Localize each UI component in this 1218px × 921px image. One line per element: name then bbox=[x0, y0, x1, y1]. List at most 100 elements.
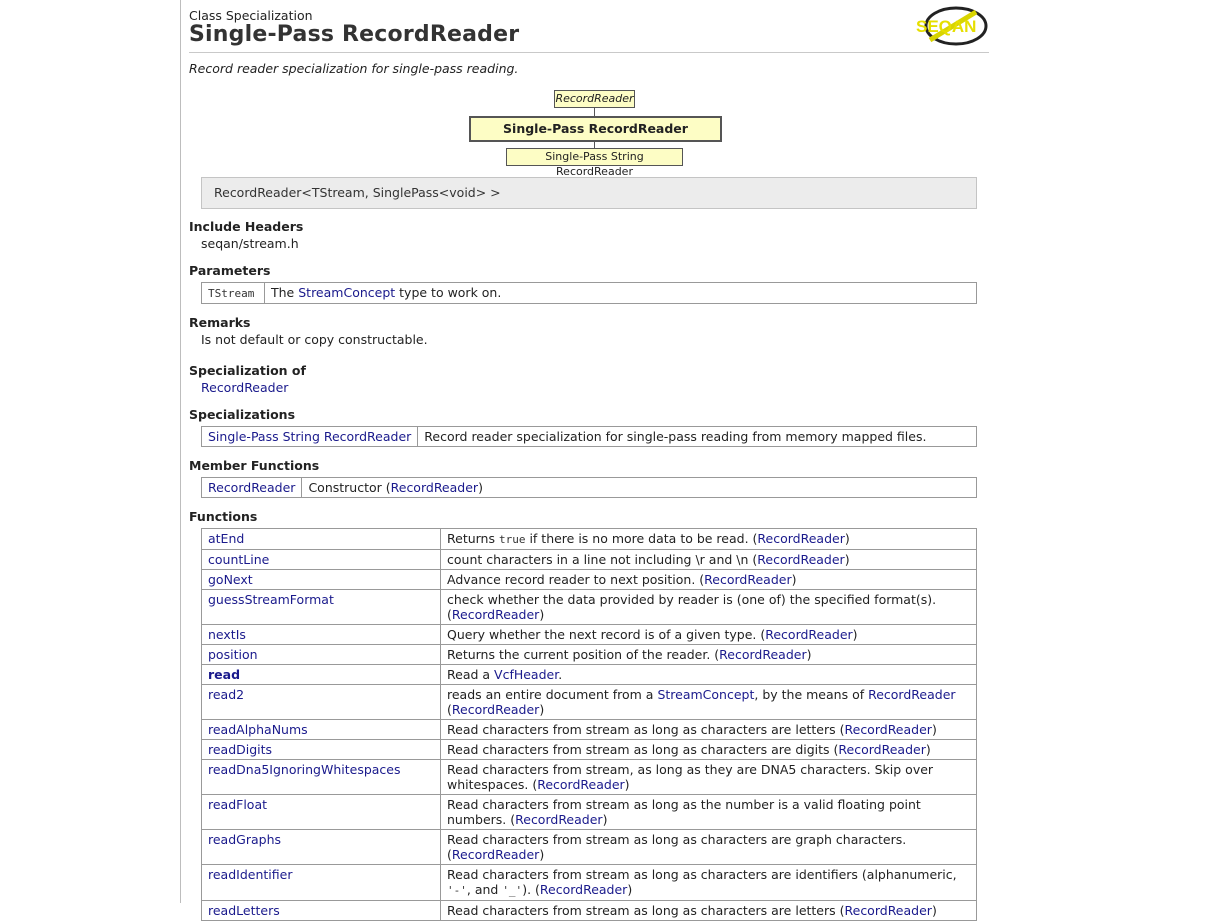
diagram-parent-node[interactable]: RecordReader bbox=[554, 90, 635, 108]
function-description: Read characters from stream as long as c… bbox=[440, 864, 977, 901]
function-ref-link[interactable]: RecordReader bbox=[515, 812, 602, 827]
table-row: readIdentifier Read characters from strea… bbox=[201, 864, 977, 901]
function-ref-link[interactable]: RecordReader bbox=[838, 742, 925, 757]
member-function-ref-link[interactable]: RecordReader bbox=[391, 480, 478, 495]
table-row: readGraphs Read characters from stream as… bbox=[201, 829, 977, 865]
description-text: ) bbox=[602, 812, 608, 827]
page-kind: Class Specialization bbox=[189, 8, 313, 23]
include-headers-heading: Include Headers bbox=[189, 219, 304, 234]
description-text: reads an entire document from a bbox=[447, 687, 658, 702]
description-text: ) bbox=[539, 607, 545, 622]
table-row: read2 reads an entire document from a Str… bbox=[201, 684, 977, 720]
description-text: ) bbox=[844, 552, 850, 567]
description-text: ) bbox=[852, 627, 858, 642]
description-text: ) bbox=[806, 647, 812, 662]
specialization-of-link[interactable]: RecordReader bbox=[201, 380, 288, 395]
function-link-readGraphs[interactable]: readGraphs bbox=[208, 832, 281, 847]
function-link-nextIs[interactable]: nextIs bbox=[208, 627, 246, 642]
description-text: ) bbox=[539, 847, 545, 862]
function-link-readDna5IgnoringWhitespaces[interactable]: readDna5IgnoringWhitespaces bbox=[208, 762, 401, 777]
remarks-value: Is not default or copy constructable. bbox=[201, 332, 428, 347]
description-text: Advance record reader to next position. … bbox=[447, 572, 705, 587]
function-description: Read characters from stream as long as c… bbox=[440, 900, 977, 921]
function-link-atEnd[interactable]: atEnd bbox=[208, 531, 244, 546]
description-text: , and bbox=[466, 882, 503, 897]
function-link-readFloat[interactable]: readFloat bbox=[208, 797, 267, 812]
table-row: readDigits Read characters from stream as… bbox=[201, 739, 977, 760]
seqan-logo[interactable]: SEQAN bbox=[916, 6, 990, 46]
member-function-link[interactable]: RecordReader bbox=[208, 480, 295, 495]
description-text: ) bbox=[539, 702, 545, 717]
function-description: Advance record reader to next position. … bbox=[440, 569, 977, 590]
function-description: Read characters from stream as long as c… bbox=[440, 739, 977, 760]
page-title: Single-Pass RecordReader bbox=[189, 22, 520, 47]
code-literal: '-' bbox=[447, 884, 467, 897]
function-link-read[interactable]: read bbox=[208, 667, 240, 682]
param-type-link[interactable]: StreamConcept bbox=[298, 285, 395, 300]
description-text: ) bbox=[844, 531, 850, 546]
function-ref-link[interactable]: RecordReader bbox=[452, 607, 539, 622]
function-description: check whether the data provided by reade… bbox=[440, 589, 977, 625]
description-text: Query whether the next record is of a gi… bbox=[447, 627, 766, 642]
function-link-guessStreamFormat[interactable]: guessStreamFormat bbox=[208, 592, 334, 607]
code-literal: '_' bbox=[502, 884, 523, 897]
function-ref-link[interactable]: RecordReader bbox=[452, 847, 539, 862]
function-description: count characters in a line not including… bbox=[440, 549, 977, 570]
signature-text: RecordReader<TStream, SinglePass<void> > bbox=[214, 185, 501, 200]
function-ref-link[interactable]: RecordReader bbox=[845, 903, 932, 918]
member-functions-table: RecordReader Constructor (RecordReader) bbox=[200, 477, 977, 498]
function-link-readDigits[interactable]: readDigits bbox=[208, 742, 272, 757]
table-row: Single-Pass String RecordReader Record r… bbox=[200, 426, 977, 447]
function-ref-link[interactable]: StreamConcept bbox=[657, 687, 754, 702]
remarks-heading: Remarks bbox=[189, 315, 251, 330]
specialization-link[interactable]: Single-Pass String RecordReader bbox=[208, 429, 411, 444]
function-description: Read characters from stream, as long as … bbox=[440, 759, 977, 795]
function-description: reads an entire document from a StreamCo… bbox=[440, 684, 977, 720]
inheritance-diagram: RecordReader Single-Pass RecordReader Si… bbox=[189, 90, 989, 178]
function-ref-link[interactable]: RecordReader bbox=[452, 702, 539, 717]
function-link-readIdentifier[interactable]: readIdentifier bbox=[208, 867, 292, 882]
diagram-child-node[interactable]: Single-Pass String RecordReader bbox=[506, 148, 683, 178]
function-link-countLine[interactable]: countLine bbox=[208, 552, 269, 567]
function-ref-link[interactable]: RecordReader bbox=[704, 572, 791, 587]
function-ref-link[interactable]: RecordReader bbox=[757, 531, 844, 546]
member-functions-heading: Member Functions bbox=[189, 458, 320, 473]
specializations-heading: Specializations bbox=[189, 407, 296, 422]
function-ref-link[interactable]: RecordReader bbox=[845, 722, 932, 737]
function-link-readLetters[interactable]: readLetters bbox=[208, 903, 280, 918]
function-link-goNext[interactable]: goNext bbox=[208, 572, 253, 587]
function-ref-link[interactable]: RecordReader bbox=[868, 687, 955, 702]
brief-description: Record reader specialization for single-… bbox=[189, 61, 519, 76]
function-link-readAlphaNums[interactable]: readAlphaNums bbox=[208, 722, 308, 737]
table-row: read Read a VcfHeader. bbox=[201, 664, 977, 685]
description-text: Read characters from stream as long as c… bbox=[447, 722, 845, 737]
function-link-position[interactable]: position bbox=[208, 647, 258, 662]
table-row: goNext Advance record reader to next posi… bbox=[201, 569, 977, 590]
description-text: ) bbox=[931, 903, 937, 918]
description-text: ) bbox=[627, 882, 633, 897]
function-link-read2[interactable]: read2 bbox=[208, 687, 244, 702]
diagram-connector bbox=[594, 141, 595, 148]
function-ref-link[interactable]: RecordReader bbox=[540, 882, 627, 897]
table-row: guessStreamFormat check whether the data … bbox=[201, 589, 977, 625]
function-description: Returns the current position of the read… bbox=[440, 644, 977, 665]
left-rule bbox=[180, 0, 181, 903]
table-row: TStream The StreamConcept type to work o… bbox=[201, 282, 977, 304]
signature-box: RecordReader<TStream, SinglePass<void> > bbox=[201, 177, 977, 209]
function-ref-link[interactable]: RecordReader bbox=[765, 627, 852, 642]
function-description: Read a VcfHeader. bbox=[440, 664, 977, 685]
function-ref-link[interactable]: VcfHeader bbox=[494, 667, 558, 682]
function-description: Read characters from stream as long as c… bbox=[440, 719, 977, 740]
description-text: count characters in a line not including… bbox=[447, 552, 758, 567]
function-description: Read characters from stream as long as c… bbox=[440, 829, 977, 865]
table-row: position Returns the current position of … bbox=[201, 644, 977, 665]
function-ref-link[interactable]: RecordReader bbox=[719, 647, 806, 662]
function-ref-link[interactable]: RecordReader bbox=[757, 552, 844, 567]
description-text: if there is no more data to be read. ( bbox=[525, 531, 758, 546]
svg-text:SEQAN: SEQAN bbox=[916, 17, 976, 36]
description-text: , by the means of bbox=[754, 687, 869, 702]
function-ref-link[interactable]: RecordReader bbox=[537, 777, 624, 792]
description-text: ) bbox=[624, 777, 630, 792]
description-text: ). ( bbox=[522, 882, 540, 897]
function-description: Returns true if there is no more data to… bbox=[440, 528, 977, 550]
